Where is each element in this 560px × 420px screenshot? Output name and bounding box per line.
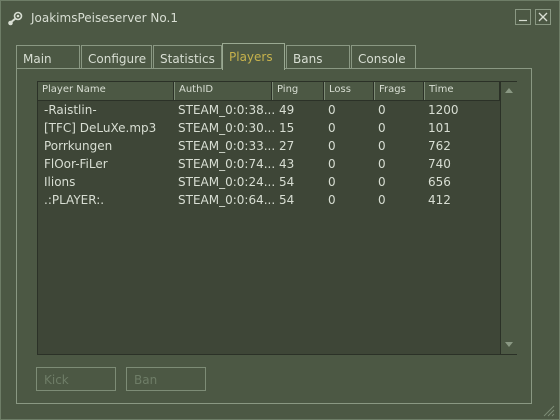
cell-frags: 0 (378, 193, 386, 207)
column-frags[interactable]: Frags (374, 82, 424, 100)
cell-authid: STEAM_0:0:24... (178, 175, 276, 189)
resize-grip-icon[interactable] (541, 403, 555, 417)
cell-loss: 0 (328, 103, 336, 117)
cell-player-name: Ilions (44, 175, 76, 189)
cell-loss: 0 (328, 139, 336, 153)
cell-loss: 0 (328, 121, 336, 135)
title-bar[interactable]: JoakimsPeiseserver No.1 (1, 1, 559, 35)
cell-ping: 43 (279, 157, 295, 171)
close-button[interactable] (535, 9, 551, 25)
cell-frags: 0 (378, 103, 386, 117)
minimize-button[interactable] (515, 9, 531, 25)
tab-bans[interactable]: Bans (286, 45, 350, 69)
table-row[interactable]: Porrkungen STEAM_0:0:33... 27 0 0 762 (38, 137, 500, 155)
tab-configure[interactable]: Configure (81, 45, 152, 69)
cell-time: 1200 (428, 103, 459, 117)
cell-ping: 49 (279, 103, 295, 117)
cell-frags: 0 (378, 157, 386, 171)
column-time[interactable]: Time (424, 82, 500, 100)
cell-ping: 54 (279, 175, 295, 189)
cell-ping: 15 (279, 121, 295, 135)
cell-authid: STEAM_0:0:33... (178, 139, 276, 153)
cell-frags: 0 (378, 175, 386, 189)
cell-player-name: .:PLAYER:. (44, 193, 105, 207)
cell-ping: 27 (279, 139, 295, 153)
cell-frags: 0 (378, 121, 386, 135)
vertical-scrollbar[interactable] (500, 82, 517, 354)
table-row[interactable]: FlOor-FiLer STEAM_0:0:74... 43 0 0 740 (38, 155, 500, 173)
cell-loss: 0 (328, 193, 336, 207)
cell-frags: 0 (378, 139, 386, 153)
cell-time: 656 (428, 175, 451, 189)
cell-player-name: Porrkungen (44, 139, 113, 153)
table-row[interactable]: .:PLAYER:. STEAM_0:0:64... 54 0 0 412 (38, 191, 500, 209)
player-rows: -Raistlin- STEAM_0:0:38... 49 0 0 1200 [… (38, 101, 500, 209)
scroll-up-arrow-icon[interactable] (502, 83, 516, 99)
cell-time: 412 (428, 193, 451, 207)
cell-authid: STEAM_0:0:30... (178, 121, 276, 135)
cell-authid: STEAM_0:0:64... (178, 193, 276, 207)
cell-authid: STEAM_0:0:74... (178, 157, 276, 171)
tab-console[interactable]: Console (351, 45, 416, 69)
cell-player-name: FlOor-FiLer (44, 157, 108, 171)
column-ping[interactable]: Ping (272, 82, 324, 100)
steam-icon (7, 11, 23, 27)
close-icon (538, 12, 548, 22)
tab-statistics[interactable]: Statistics (153, 45, 222, 69)
cell-ping: 54 (279, 193, 295, 207)
table-row[interactable]: [TFC] DeLuXe.mp3 STEAM_0:0:30... 15 0 0 … (38, 119, 500, 137)
window-title: JoakimsPeiseserver No.1 (31, 11, 178, 25)
tab-main[interactable]: Main (16, 45, 80, 69)
tab-players[interactable]: Players (222, 43, 285, 70)
server-window: JoakimsPeiseserver No.1 Main Configure S… (0, 0, 560, 420)
minimize-icon (519, 19, 527, 22)
cell-authid: STEAM_0:0:38... (178, 103, 276, 117)
cell-player-name: [TFC] DeLuXe.mp3 (44, 121, 157, 135)
column-authid[interactable]: AuthID (174, 82, 272, 100)
table-row[interactable]: -Raistlin- STEAM_0:0:38... 49 0 0 1200 (38, 101, 500, 119)
column-player-name[interactable]: Player Name (38, 82, 174, 100)
cell-time: 740 (428, 157, 451, 171)
kick-button[interactable]: Kick (36, 367, 116, 391)
cell-loss: 0 (328, 175, 336, 189)
cell-time: 101 (428, 121, 451, 135)
list-header: Player Name AuthID Ping Loss Frags Time (38, 82, 500, 101)
table-row[interactable]: Ilions STEAM_0:0:24... 54 0 0 656 (38, 173, 500, 191)
scroll-down-arrow-icon[interactable] (502, 336, 516, 352)
player-list[interactable]: Player Name AuthID Ping Loss Frags Time … (37, 81, 517, 355)
cell-time: 762 (428, 139, 451, 153)
column-loss[interactable]: Loss (324, 82, 374, 100)
cell-loss: 0 (328, 157, 336, 171)
ban-button[interactable]: Ban (126, 367, 206, 391)
cell-player-name: -Raistlin- (44, 103, 97, 117)
